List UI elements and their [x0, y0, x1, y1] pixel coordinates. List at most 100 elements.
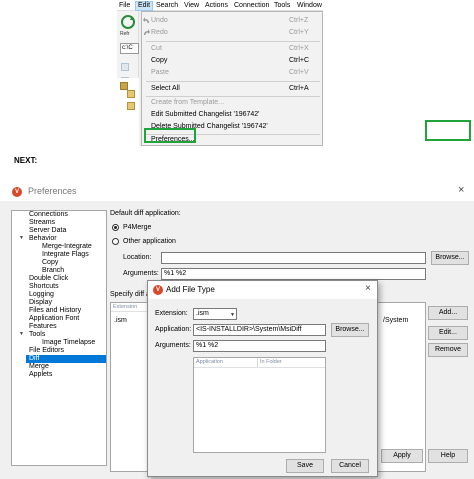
- arguments-field[interactable]: %1 %2: [161, 268, 426, 280]
- menu-tools[interactable]: Tools: [272, 1, 292, 11]
- help-button[interactable]: Help: [428, 449, 468, 463]
- application-label: Application:: [155, 326, 192, 333]
- cancel-button[interactable]: Cancel: [331, 459, 369, 473]
- nav-shortcuts[interactable]: Shortcuts: [29, 283, 59, 291]
- nav-merge-integrate[interactable]: Merge-Integrate: [42, 243, 92, 251]
- menu-search[interactable]: Search: [154, 1, 180, 11]
- nav-streams[interactable]: Streams: [29, 219, 55, 227]
- apply-button[interactable]: Apply: [381, 449, 423, 463]
- extension-value: .ism: [196, 310, 209, 317]
- nav-applets[interactable]: Applets: [29, 371, 52, 379]
- preferences-title-bar: V Preferences ×: [0, 183, 474, 201]
- menu-bar: File Edit Search View Actions Connection…: [117, 0, 323, 11]
- browse-button[interactable]: Browse...: [431, 251, 469, 265]
- other-application-label: Other application: [123, 238, 176, 245]
- nav-file-editors[interactable]: File Editors: [29, 347, 64, 355]
- edit-menu-dropdown: Undo Ctrl+Z Redo Ctrl+Y Cut Ctrl+X Copy …: [141, 11, 323, 146]
- arguments-field[interactable]: %1 %2: [193, 340, 326, 352]
- p4merge-radio[interactable]: [112, 224, 119, 231]
- app-logo-icon: V: [153, 285, 163, 295]
- nav-files-and-history[interactable]: Files and History: [29, 307, 81, 315]
- nav-branch[interactable]: Branch: [42, 267, 64, 275]
- nav-server-data[interactable]: Server Data: [29, 227, 66, 235]
- edit-menu-screenshot: File Edit Search View Actions Connection…: [117, 0, 323, 146]
- other-application-radio[interactable]: [112, 238, 119, 245]
- nav-diff[interactable]: Diff: [26, 355, 106, 363]
- chevron-down-icon[interactable]: ▼: [230, 310, 235, 319]
- refresh-label: Refr: [120, 31, 130, 37]
- preferences-nav-tree: Connections Streams Server Data ▼ Behavi…: [11, 210, 107, 466]
- specify-diff-label: Specify diff a: [110, 291, 150, 298]
- menu-separator: [146, 81, 320, 82]
- save-button[interactable]: Save: [286, 459, 324, 473]
- nav-image-timelapse[interactable]: Image Timelapse: [42, 339, 95, 347]
- nav-tools[interactable]: Tools: [29, 331, 45, 339]
- workspace-icon: [120, 82, 128, 90]
- folder-icon: [127, 102, 135, 110]
- refresh-icon[interactable]: [119, 13, 137, 31]
- extension-column-header[interactable]: Extension: [111, 303, 149, 312]
- folder-icon: [121, 63, 129, 71]
- p4merge-label: P4Merge: [123, 224, 152, 231]
- menu-connection[interactable]: Connection: [232, 1, 271, 11]
- nav-display[interactable]: Display: [29, 299, 52, 307]
- extension-label: Extension:: [155, 310, 188, 317]
- nav-logging[interactable]: Logging: [29, 291, 54, 299]
- menu-edit[interactable]: Edit: [135, 1, 154, 11]
- extension-field[interactable]: .ism ▼: [193, 308, 237, 320]
- add-button[interactable]: Add...: [428, 306, 468, 320]
- nav-merge[interactable]: Merge: [29, 363, 49, 371]
- menu-actions[interactable]: Actions: [203, 1, 230, 11]
- dialog-title: Add File Type: [166, 285, 215, 294]
- arguments-label: Arguments:: [155, 342, 191, 349]
- nav-features[interactable]: Features: [29, 323, 57, 331]
- expand-arrow-icon[interactable]: ▼: [19, 235, 24, 241]
- application-list[interactable]: Application In Folder: [193, 357, 326, 453]
- location-label: Location:: [123, 254, 152, 261]
- tree-strip: [117, 78, 139, 146]
- nav-double-click[interactable]: Double Click: [29, 275, 68, 283]
- menu-file[interactable]: File: [117, 1, 132, 11]
- menu-item-create-from-template[interactable]: Create from Template...: [142, 97, 322, 109]
- menu-item-cut[interactable]: Cut Ctrl+X: [142, 43, 322, 55]
- in-folder-column-header[interactable]: In Folder: [258, 358, 325, 367]
- browse-button[interactable]: Browse...: [331, 323, 369, 337]
- nav-connections[interactable]: Connections: [29, 211, 68, 219]
- menu-item-copy[interactable]: Copy Ctrl+C: [142, 55, 322, 67]
- expand-arrow-icon[interactable]: ▼: [19, 331, 24, 337]
- menu-item-redo[interactable]: Redo Ctrl+Y: [142, 27, 322, 39]
- undo-icon: [143, 17, 150, 25]
- nav-behavior[interactable]: Behavior: [29, 235, 57, 243]
- arguments-label: Arguments:: [123, 270, 159, 277]
- preferences-highlight-box: [144, 128, 196, 143]
- redo-icon: [143, 29, 150, 37]
- dialog-title-bar: V Add File Type ×: [148, 281, 377, 299]
- menu-item-paste[interactable]: Paste Ctrl+V: [142, 67, 322, 79]
- menu-item-edit-changelist[interactable]: Edit Submitted Changelist '196742': [142, 109, 322, 121]
- next-label: NEXT:: [14, 156, 38, 165]
- menu-window[interactable]: Window: [295, 1, 323, 11]
- remove-button[interactable]: Remove: [428, 343, 468, 357]
- add-file-type-dialog: V Add File Type × Extension: .ism ▼ Appl…: [147, 280, 378, 477]
- menu-item-select-all[interactable]: Select All Ctrl+A: [142, 83, 322, 95]
- list-row-path[interactable]: /System: [383, 317, 408, 324]
- header-divider: [194, 367, 325, 368]
- close-icon[interactable]: ×: [458, 184, 464, 196]
- default-diff-label: Default diff application:: [110, 210, 181, 217]
- menu-view[interactable]: View: [182, 1, 201, 11]
- nav-integrate-flags[interactable]: Integrate Flags: [42, 251, 89, 259]
- edit-button[interactable]: Edit...: [428, 326, 468, 340]
- close-icon[interactable]: ×: [365, 283, 371, 294]
- menu-item-undo[interactable]: Undo Ctrl+Z: [142, 15, 322, 27]
- folder-icon: [127, 90, 135, 98]
- add-button-highlight-box: [425, 120, 471, 141]
- window-title: Preferences: [28, 186, 77, 196]
- app-logo-icon: V: [12, 187, 22, 197]
- location-field[interactable]: [161, 252, 426, 264]
- list-row-extension[interactable]: .ism: [114, 317, 127, 324]
- application-field[interactable]: <IS-INSTALLDIR>\System\MsiDiff: [193, 324, 326, 336]
- nav-application-font[interactable]: Application Font: [29, 315, 79, 323]
- nav-copy[interactable]: Copy: [42, 259, 58, 267]
- drive-field[interactable]: c:\C: [120, 43, 139, 54]
- application-column-header[interactable]: Application: [194, 358, 258, 367]
